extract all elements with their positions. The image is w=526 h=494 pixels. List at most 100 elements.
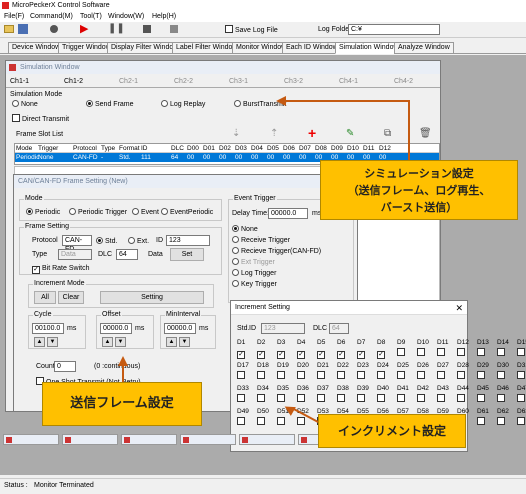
tab-display-filter-window[interactable]: Display Filter Window xyxy=(107,42,183,54)
table-header-d10[interactable]: D10 xyxy=(346,144,362,152)
trigger-ext-radio[interactable]: Ext Trigger xyxy=(232,258,275,266)
table-header-id[interactable]: ID xyxy=(140,144,170,152)
increment-byte-checkbox[interactable] xyxy=(237,417,245,425)
move-up-icon[interactable]: ⇡ xyxy=(270,128,278,139)
protocol-select[interactable]: CAN-FD xyxy=(62,235,92,253)
record-stop-icon[interactable] xyxy=(170,25,178,33)
move-down-icon[interactable]: ⇣ xyxy=(232,128,240,139)
channel-tab-3[interactable]: Ch2-1 xyxy=(119,78,138,85)
increment-byte-checkbox[interactable] xyxy=(457,394,465,402)
increment-all-button[interactable]: All xyxy=(34,291,56,304)
table-header-type[interactable]: Type xyxy=(100,144,118,152)
record-icon[interactable] xyxy=(50,25,58,33)
mode-event-radio[interactable]: Event xyxy=(132,208,159,216)
minimized-window-2[interactable] xyxy=(62,434,118,445)
stop-icon[interactable] xyxy=(143,25,151,33)
std-radio[interactable]: Std. xyxy=(96,237,117,245)
mode-log-replay-radio[interactable]: Log Replay xyxy=(161,100,205,108)
increment-byte-checkbox[interactable] xyxy=(517,348,525,356)
increment-byte-checkbox[interactable] xyxy=(377,394,385,402)
minimized-window-1[interactable] xyxy=(3,434,59,445)
increment-byte-checkbox[interactable] xyxy=(497,348,505,356)
menu-command[interactable]: Command(M) xyxy=(30,11,73,22)
delay-time-input[interactable]: 00000.0 xyxy=(268,208,308,219)
increment-byte-checkbox[interactable] xyxy=(397,371,405,379)
table-header-mode[interactable]: Mode xyxy=(15,144,37,152)
increment-byte-checkbox[interactable] xyxy=(237,371,245,379)
mode-none-radio[interactable]: None xyxy=(12,100,38,108)
increment-clear-button[interactable]: Clear xyxy=(58,291,84,304)
increment-byte-checkbox[interactable] xyxy=(277,394,285,402)
set-data-button[interactable]: Set xyxy=(170,248,204,261)
tab-each-id-window[interactable]: Each ID Window xyxy=(282,42,342,54)
edit-icon[interactable]: ✎ xyxy=(346,128,354,139)
save-icon[interactable] xyxy=(18,24,28,34)
increment-byte-checkbox[interactable] xyxy=(477,371,485,379)
increment-byte-checkbox[interactable]: ✓ xyxy=(337,351,345,359)
increment-byte-checkbox[interactable] xyxy=(337,371,345,379)
open-folder-icon[interactable] xyxy=(4,25,14,33)
copy-icon[interactable]: ⧉ xyxy=(384,128,391,139)
minimized-window-5[interactable] xyxy=(239,434,295,445)
increment-byte-checkbox[interactable]: ✓ xyxy=(377,351,385,359)
cycle-input[interactable]: 00100.0 xyxy=(32,323,64,334)
offset-input[interactable]: 00000.0 xyxy=(100,323,132,334)
table-header-d02[interactable]: D02 xyxy=(218,144,234,152)
mininterval-up-button[interactable]: ▲ xyxy=(166,337,177,347)
increment-byte-checkbox[interactable] xyxy=(497,394,505,402)
increment-byte-checkbox[interactable] xyxy=(377,371,385,379)
increment-byte-checkbox[interactable] xyxy=(397,394,405,402)
increment-byte-checkbox[interactable] xyxy=(317,371,325,379)
increment-byte-checkbox[interactable]: ✓ xyxy=(357,351,365,359)
increment-byte-checkbox[interactable] xyxy=(517,371,525,379)
trigger-key-radio[interactable]: Key Trigger xyxy=(232,280,277,288)
channel-tab-4[interactable]: Ch2-2 xyxy=(174,78,193,85)
table-header-d05[interactable]: D05 xyxy=(266,144,282,152)
mininterval-down-button[interactable]: ▼ xyxy=(179,337,190,347)
mode-send-frame-radio[interactable]: Send Frame xyxy=(86,100,134,108)
increment-byte-checkbox[interactable] xyxy=(457,348,465,356)
save-log-checkbox[interactable]: Save Log File xyxy=(225,25,278,34)
increment-byte-checkbox[interactable] xyxy=(517,417,525,425)
table-header-d12[interactable]: D12 xyxy=(378,144,394,152)
table-header-dlc[interactable]: DLC xyxy=(170,144,186,152)
trigger-receive-canfd-radio[interactable]: Recieve Trigger(CAN-FD) xyxy=(232,247,321,255)
mode-periodic-trigger-radio[interactable]: Periodic Trigger xyxy=(69,208,127,216)
increment-byte-checkbox[interactable] xyxy=(417,348,425,356)
increment-byte-checkbox[interactable] xyxy=(417,394,425,402)
increment-byte-checkbox[interactable] xyxy=(337,394,345,402)
channel-tab-2[interactable]: Ch1-2 xyxy=(64,78,83,85)
tab-analyze-window[interactable]: Analyze Window xyxy=(394,42,454,54)
table-header-d09[interactable]: D09 xyxy=(330,144,346,152)
offset-down-button[interactable]: ▼ xyxy=(115,337,126,347)
increment-setting-button[interactable]: Setting xyxy=(100,291,204,304)
menu-file[interactable]: File(F) xyxy=(4,11,24,22)
table-header-d00[interactable]: D00 xyxy=(186,144,202,152)
minimized-window-4[interactable] xyxy=(180,434,236,445)
increment-byte-checkbox[interactable]: ✓ xyxy=(297,351,305,359)
increment-byte-checkbox[interactable] xyxy=(237,394,245,402)
increment-byte-checkbox[interactable] xyxy=(357,394,365,402)
dlc-select[interactable]: 64 xyxy=(116,249,138,260)
increment-byte-checkbox[interactable] xyxy=(297,417,305,425)
offset-up-button[interactable]: ▲ xyxy=(102,337,113,347)
increment-byte-checkbox[interactable] xyxy=(437,394,445,402)
increment-byte-checkbox[interactable] xyxy=(357,371,365,379)
table-header-protocol[interactable]: Protocol xyxy=(72,144,100,152)
cycle-down-button[interactable]: ▼ xyxy=(47,337,58,347)
play-icon[interactable]: ▶ xyxy=(80,23,88,35)
increment-byte-checkbox[interactable] xyxy=(257,417,265,425)
delete-icon[interactable]: 🗑 xyxy=(419,128,432,139)
increment-byte-checkbox[interactable] xyxy=(497,417,505,425)
increment-byte-checkbox[interactable] xyxy=(257,371,265,379)
table-header-d06[interactable]: D06 xyxy=(282,144,298,152)
increment-byte-checkbox[interactable] xyxy=(477,348,485,356)
increment-byte-checkbox[interactable] xyxy=(397,348,405,356)
increment-byte-checkbox[interactable] xyxy=(497,371,505,379)
trigger-none-radio[interactable]: None xyxy=(232,225,258,233)
pause-icon[interactable]: ❚❚ xyxy=(108,23,125,35)
increment-byte-checkbox[interactable] xyxy=(317,394,325,402)
trigger-log-radio[interactable]: Log Trigger xyxy=(232,269,276,277)
menu-tool[interactable]: Tool(T) xyxy=(80,11,102,22)
minimized-window-3[interactable] xyxy=(121,434,177,445)
